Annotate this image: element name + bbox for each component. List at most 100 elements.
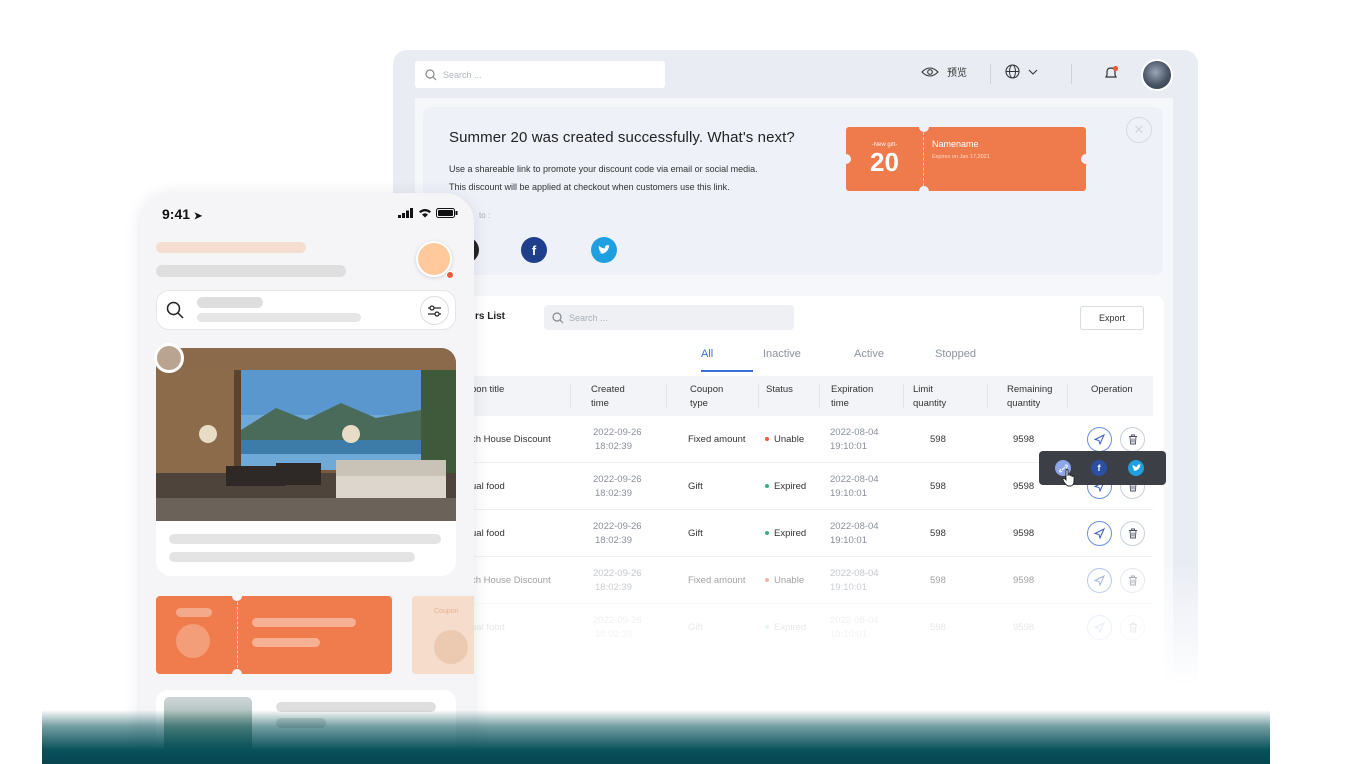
- phone-coupon-card-secondary[interactable]: Coupon: [412, 596, 474, 674]
- cell-remaining: 9598: [1013, 622, 1035, 633]
- search-icon: [166, 301, 184, 319]
- trash-icon: [1128, 434, 1137, 445]
- popover-twitter-button[interactable]: [1128, 460, 1144, 476]
- gift-expiry: Expires on Jan 17,2021: [932, 154, 990, 160]
- card-text-placeholder: [169, 552, 415, 562]
- share-popover: f: [1039, 451, 1166, 485]
- coupon-circle: [434, 630, 468, 664]
- cell-limit: 598: [930, 528, 946, 539]
- close-button[interactable]: ✕: [1126, 117, 1152, 143]
- preview-label: 预览: [947, 68, 967, 79]
- cell-status: Expired: [765, 528, 806, 539]
- delete-button[interactable]: [1120, 427, 1145, 452]
- cell-expiration: 2022-08-04 19:10:01: [830, 520, 879, 548]
- facebook-icon: f: [1097, 463, 1101, 473]
- cell-exp-date: 2022-08-04: [830, 615, 879, 626]
- col-limit-line: Limit: [913, 384, 934, 395]
- cell-exp-time: 19:10:01: [830, 441, 867, 452]
- top-search-input[interactable]: Search ...: [415, 61, 665, 88]
- cell-title: ual food: [471, 528, 505, 539]
- notification-button[interactable]: [1103, 65, 1119, 81]
- col-divider: [903, 384, 904, 408]
- col-remaining: Remaining quantity: [1007, 383, 1052, 411]
- cell-type: Fixed amount: [688, 575, 746, 586]
- eye-icon: [921, 66, 939, 77]
- table-row[interactable]: ual food 2022-09-26 18:02:39 Gift Expired 202…: [453, 604, 1153, 651]
- send-icon: [1094, 622, 1105, 633]
- language-dropdown[interactable]: [1005, 64, 1038, 79]
- trash-icon: [1128, 622, 1137, 633]
- tab-stopped[interactable]: Stopped: [935, 348, 976, 360]
- facebook-share-button[interactable]: f: [521, 237, 547, 263]
- cell-type: Fixed amount: [688, 434, 746, 445]
- col-title: pon title: [471, 384, 505, 395]
- filter-button[interactable]: [420, 296, 449, 325]
- delete-button[interactable]: [1120, 521, 1145, 546]
- phone-search-bar[interactable]: [156, 290, 456, 330]
- export-button[interactable]: Export: [1080, 306, 1144, 330]
- col-divider: [758, 384, 759, 408]
- cell-exp-date: 2022-08-04: [830, 427, 879, 438]
- card-text-placeholder: [169, 534, 441, 544]
- cell-exp-date: 2022-08-04: [830, 474, 879, 485]
- facebook-icon: f: [531, 242, 537, 258]
- popover-facebook-button[interactable]: f: [1091, 460, 1107, 476]
- share-button[interactable]: [1087, 427, 1112, 452]
- search-placeholder-bar: [197, 313, 361, 322]
- status-dot: [765, 531, 769, 536]
- col-type-line: type: [690, 398, 708, 409]
- cell-status-text: Unable: [774, 434, 805, 445]
- user-avatar[interactable]: [1141, 59, 1173, 91]
- phone-coupon-card[interactable]: [156, 591, 392, 679]
- cell-limit: 598: [930, 575, 946, 586]
- cell-remaining: 9598: [1013, 528, 1035, 539]
- gift-name: Namename: [932, 139, 979, 149]
- list-search-placeholder: Search ...: [569, 312, 608, 323]
- cell-remaining: 9598: [1013, 575, 1035, 586]
- cell-exp-time: 19:10:01: [830, 535, 867, 546]
- table-row[interactable]: ual food 2022-09-26 18:02:39 Gift Expired 202…: [453, 510, 1153, 557]
- subtitle-placeholder: [156, 265, 346, 277]
- ticket-notch: [841, 154, 851, 164]
- delete-button[interactable]: [1120, 615, 1145, 640]
- delete-button[interactable]: [1120, 568, 1145, 593]
- wifi-icon: [419, 209, 432, 218]
- tab-all[interactable]: All: [701, 348, 713, 360]
- cell-expiration: 2022-08-04 19:10:01: [830, 426, 879, 454]
- hand-cursor-icon: [1062, 469, 1075, 487]
- twitter-share-button[interactable]: [591, 237, 617, 263]
- share-button[interactable]: [1087, 521, 1112, 546]
- tab-inactive[interactable]: Inactive: [763, 348, 801, 360]
- banner-description: Use a shareable link to promote your dis…: [449, 160, 809, 196]
- col-created-line: Created: [591, 384, 625, 395]
- list-search-input[interactable]: Search ...: [544, 305, 794, 330]
- tab-active[interactable]: Active: [854, 348, 884, 360]
- col-remain-line: Remaining: [1007, 384, 1053, 395]
- cell-status: Expired: [765, 622, 806, 633]
- col-limit-line: quantity: [913, 398, 947, 409]
- share-button[interactable]: [1087, 615, 1112, 640]
- topbar-divider: [990, 64, 991, 84]
- cell-type: Gift: [688, 481, 703, 492]
- bell-icon: [1105, 65, 1119, 78]
- send-icon: [1094, 528, 1105, 539]
- cell-type: Gift: [688, 528, 703, 539]
- coupon-placeholder: [252, 618, 356, 627]
- cell-created: 2022-09-26 18:02:39: [593, 520, 642, 548]
- listing-card[interactable]: [156, 348, 456, 576]
- share-button[interactable]: [1087, 568, 1112, 593]
- coupon2-label: Coupon: [434, 608, 459, 615]
- python-badge-icon: [154, 343, 184, 373]
- preview-button[interactable]: 预览: [921, 64, 967, 79]
- cell-exp-date: 2022-08-04: [830, 568, 879, 579]
- table-row[interactable]: ch House Discount 2022-09-26 18:02:39 Fixed…: [453, 557, 1153, 604]
- cell-title: ch House Discount: [471, 575, 551, 586]
- cell-remaining: 9598: [1013, 434, 1035, 445]
- phone-mockup: 9:41 ➤ Coupon: [140, 193, 474, 764]
- location-arrow-icon: ➤: [193, 211, 203, 222]
- search-icon: [552, 311, 564, 323]
- signal-icon: [398, 208, 413, 218]
- cell-status-text: Expired: [774, 481, 807, 492]
- topbar: Search ... 预览: [393, 50, 1198, 98]
- ticket-notch: [232, 669, 242, 679]
